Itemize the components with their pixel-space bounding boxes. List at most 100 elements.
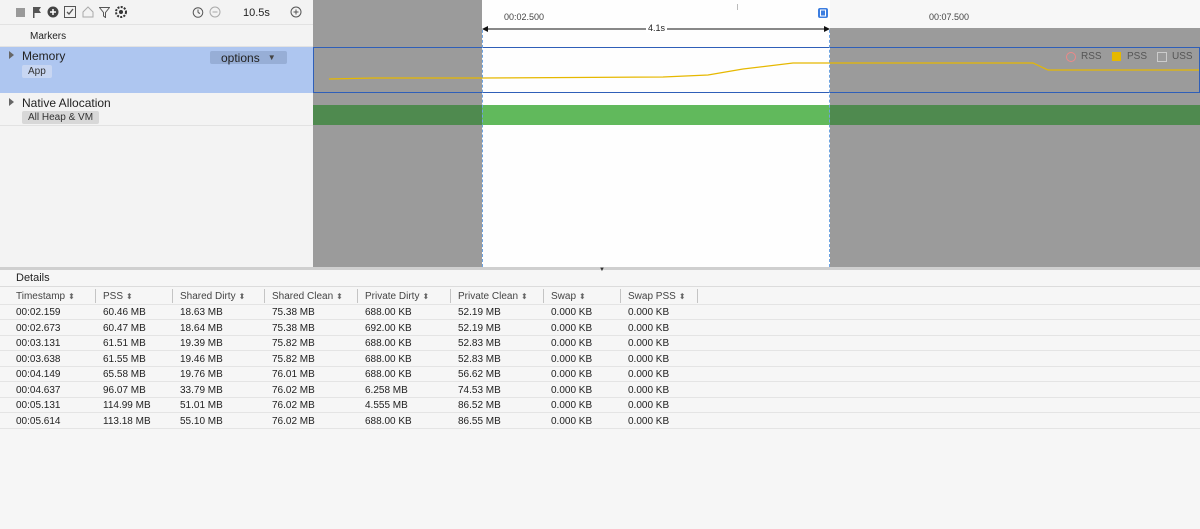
- zoom-in-icon[interactable]: [289, 5, 303, 19]
- column-separator[interactable]: [697, 289, 698, 303]
- table-cell: 688.00 KB: [365, 415, 412, 427]
- table-cell: 00:02.159: [16, 307, 61, 318]
- divider: [0, 24, 313, 25]
- expand-icon[interactable]: [9, 51, 14, 59]
- sort-icon: ⬍: [422, 291, 430, 301]
- sort-icon: ⬍: [579, 291, 586, 301]
- table-cell: 52.83 MB: [458, 338, 501, 349]
- options-dropdown[interactable]: options ▼: [210, 51, 287, 65]
- ruler-tick-label: 00:02.500: [504, 12, 545, 22]
- zoom-out-icon[interactable]: [208, 5, 222, 19]
- memory-track-title: Memory: [22, 49, 66, 63]
- column-separator[interactable]: [264, 289, 265, 303]
- chevron-down-icon: ▼: [267, 53, 276, 62]
- column-separator[interactable]: [95, 289, 96, 303]
- filter-icon[interactable]: [97, 5, 111, 19]
- table-cell: 114.99 MB: [103, 400, 151, 411]
- column-header[interactable]: Shared Dirty ⬍: [180, 288, 245, 304]
- duration-label: 10.5s: [243, 7, 270, 19]
- timeline-area[interactable]: RSS PSS USS: [313, 0, 1200, 267]
- column-separator[interactable]: [620, 289, 621, 303]
- column-header[interactable]: Timestamp ⬍: [16, 288, 75, 304]
- table-cell: 18.63 MB: [180, 307, 223, 318]
- expand-icon[interactable]: [9, 98, 14, 106]
- table-cell: 692.00 KB: [365, 322, 412, 334]
- table-cell: 00:03.638: [16, 353, 61, 365]
- selection-end-line[interactable]: [829, 0, 830, 267]
- table-cell: 0.000 KB: [551, 307, 593, 318]
- column-header[interactable]: PSS ⬍: [103, 288, 133, 304]
- table-cell: 96.07 MB: [103, 384, 146, 396]
- chevron-down-icon[interactable]: ▼: [599, 267, 605, 273]
- table-cell: 74.53 MB: [458, 384, 501, 396]
- save-icon[interactable]: [818, 8, 828, 18]
- ruler-tick-label: 00:07.500: [929, 12, 970, 22]
- table-cell: 65.58 MB: [103, 369, 146, 380]
- table-cell: 0.000 KB: [628, 384, 670, 396]
- table-cell: 55.10 MB: [180, 415, 223, 427]
- table-cell: 00:02.673: [16, 322, 61, 334]
- pss-legend-icon: [1112, 52, 1121, 61]
- table-cell: 0.000 KB: [551, 338, 593, 349]
- selection-range[interactable]: [482, 0, 830, 267]
- table-cell: 75.82 MB: [272, 353, 315, 365]
- table-cell: 0.000 KB: [551, 400, 593, 411]
- column-header[interactable]: Private Clean ⬍: [458, 288, 528, 304]
- flag-icon[interactable]: [30, 5, 44, 19]
- column-header-label: PSS: [103, 290, 124, 302]
- column-separator[interactable]: [172, 289, 173, 303]
- column-header[interactable]: Private Dirty ⬍: [365, 288, 429, 304]
- table-cell: 6.258 MB: [365, 384, 408, 396]
- column-separator[interactable]: [543, 289, 544, 303]
- table-cell: 60.46 MB: [103, 307, 146, 318]
- details-title: Details: [16, 272, 50, 284]
- memory-track-chart: RSS PSS USS: [313, 47, 1200, 93]
- table-cell: 0.000 KB: [628, 369, 670, 380]
- table-cell: 0.000 KB: [628, 415, 670, 427]
- table-cell: 75.38 MB: [272, 307, 315, 318]
- capture-icon[interactable]: [63, 5, 77, 19]
- selection-start-line[interactable]: [482, 0, 483, 267]
- table-cell: 19.76 MB: [180, 369, 223, 380]
- table-cell: 0.000 KB: [551, 353, 593, 365]
- table-cell: 76.02 MB: [272, 384, 315, 396]
- table-cell: 688.00 KB: [365, 353, 412, 365]
- sort-icon: ⬍: [238, 291, 246, 301]
- column-header-label: Shared Clean: [272, 290, 334, 302]
- table-cell: 688.00 KB: [365, 369, 412, 380]
- timer-icon[interactable]: [191, 5, 205, 19]
- track-list-panel: 10.5s Markers Memory App options ▼ Nativ…: [0, 0, 314, 267]
- column-header[interactable]: Swap PSS ⬍: [628, 288, 686, 304]
- rss-legend-label: RSS: [1081, 51, 1102, 62]
- record-icon[interactable]: [46, 5, 60, 19]
- table-cell: 76.02 MB: [272, 400, 315, 411]
- sort-icon: ⬍: [68, 291, 75, 301]
- table-cell: 113.18 MB: [103, 415, 151, 427]
- table-cell: 0.000 KB: [551, 415, 593, 427]
- table-cell: 86.55 MB: [458, 415, 501, 427]
- table-cell: 76.02 MB: [272, 415, 315, 427]
- settings-icon[interactable]: [114, 5, 128, 19]
- sort-icon: ⬍: [126, 291, 133, 301]
- table-cell: 00:05.614: [16, 415, 61, 427]
- column-header[interactable]: Shared Clean ⬍: [272, 288, 343, 304]
- rss-legend-icon: [1066, 52, 1076, 62]
- table-cell: 0.000 KB: [628, 338, 670, 349]
- table-cell: 60.47 MB: [103, 322, 146, 334]
- column-header[interactable]: Swap ⬍: [551, 288, 586, 304]
- table-cell: 688.00 KB: [365, 307, 412, 318]
- sort-icon: ⬍: [336, 291, 343, 301]
- table-cell: 19.39 MB: [180, 338, 223, 349]
- uss-legend-label: USS: [1172, 51, 1193, 62]
- column-separator[interactable]: [357, 289, 358, 303]
- column-separator[interactable]: [450, 289, 451, 303]
- column-header-label: Shared Dirty: [180, 290, 236, 302]
- home-icon[interactable]: [81, 5, 95, 19]
- table-cell: 0.000 KB: [628, 322, 670, 334]
- uss-legend-icon: [1157, 52, 1167, 62]
- table-cell: 0.000 KB: [628, 307, 670, 318]
- table-cell: 00:05.131: [16, 400, 61, 411]
- sort-icon: ⬍: [521, 291, 528, 301]
- column-header-label: Swap PSS: [628, 290, 676, 302]
- stop-icon[interactable]: [13, 5, 27, 19]
